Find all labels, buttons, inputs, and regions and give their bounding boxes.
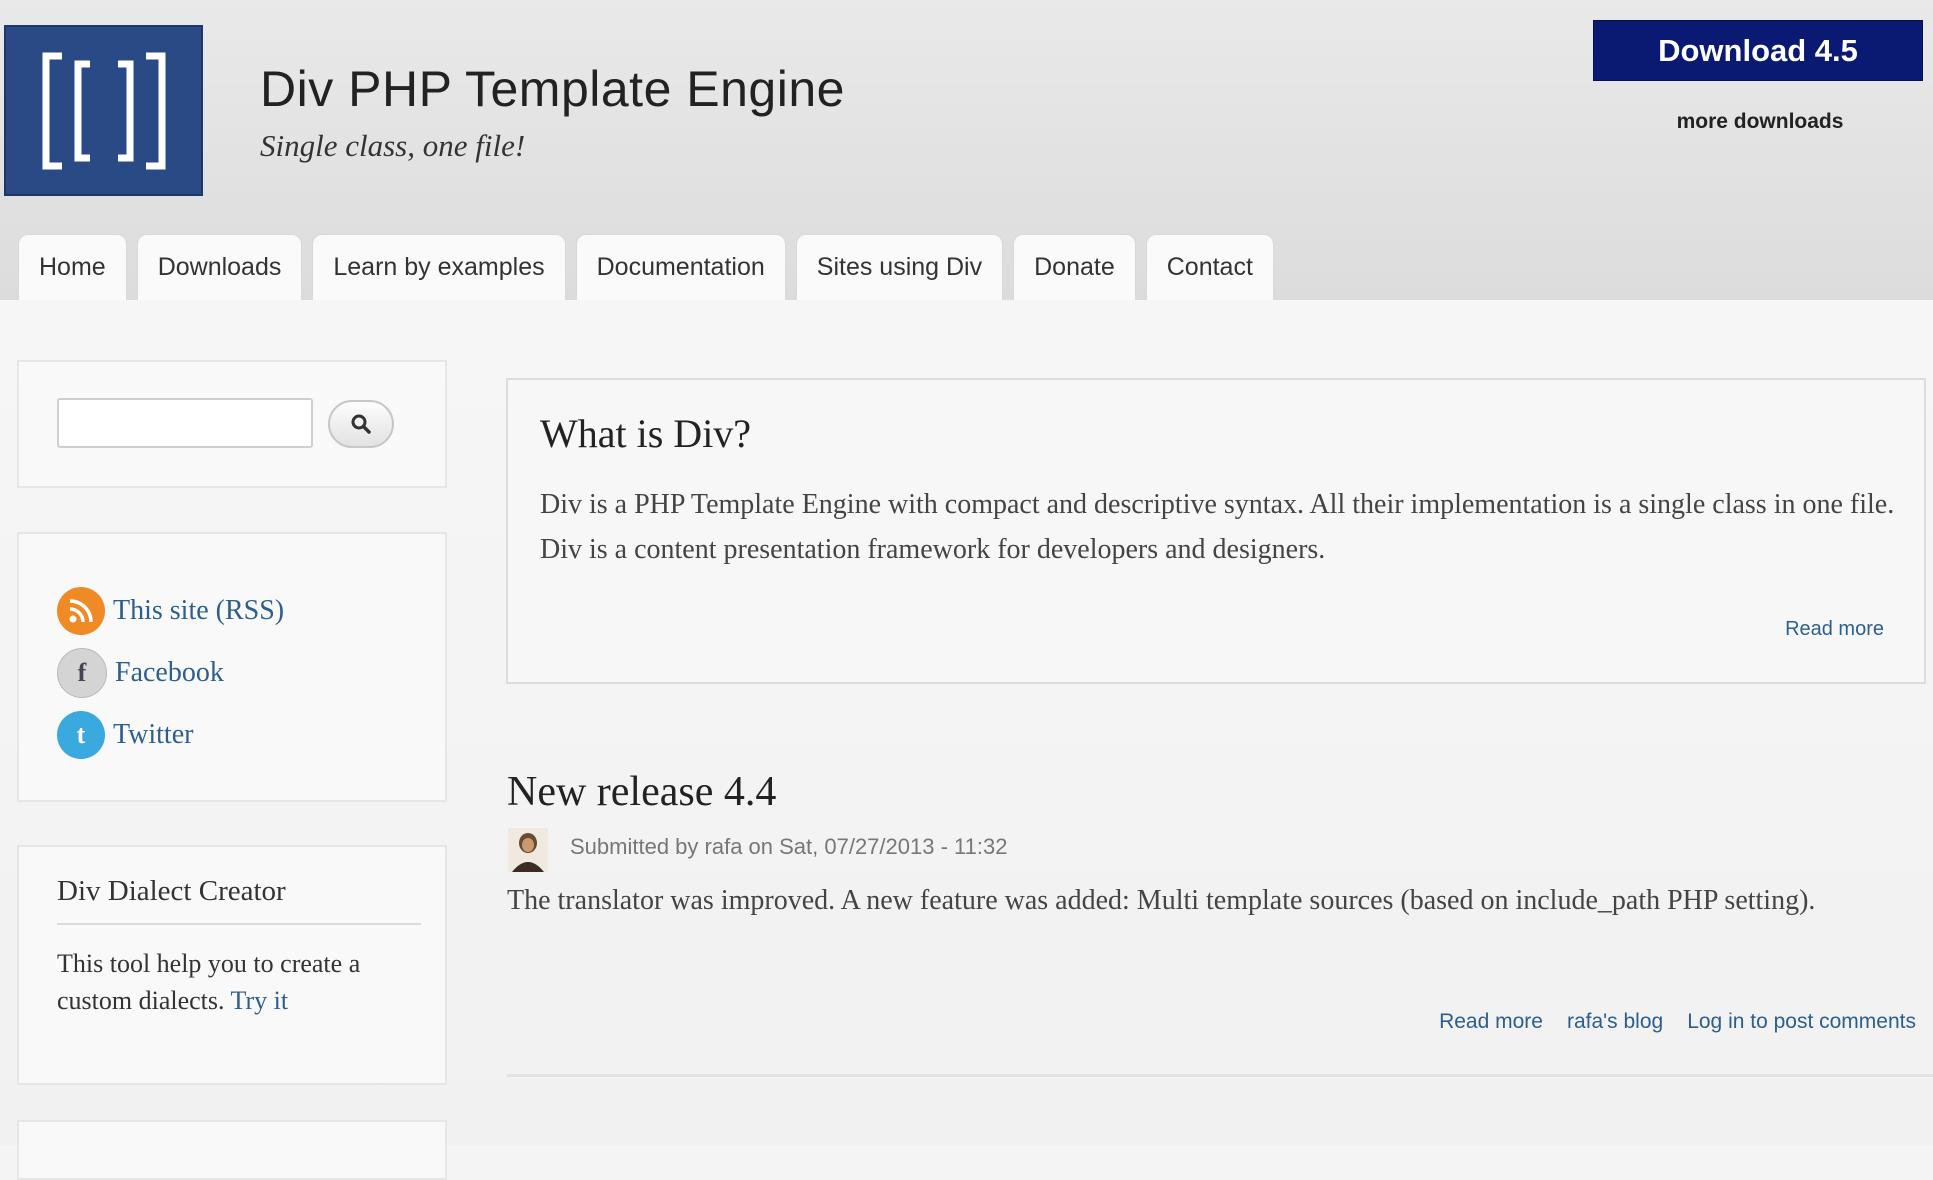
node-title[interactable]: New release 4.4 <box>507 768 776 816</box>
download-button[interactable]: Download 4.5 <box>1593 20 1923 81</box>
avatar[interactable] <box>508 828 548 872</box>
search-icon <box>351 414 371 434</box>
dialect-text: This tool help you to create a custom di… <box>57 945 427 1019</box>
dialect-description: This tool help you to create a custom di… <box>57 949 361 1015</box>
site-logo[interactable] <box>4 25 203 196</box>
intro-title: What is Div? <box>540 411 752 456</box>
search-block <box>17 360 447 488</box>
intro-text: Div is a PHP Template Engine with compac… <box>540 489 1895 565</box>
node-links: Read more rafa's blog Log in to post com… <box>1439 1010 1916 1034</box>
link-twitter-label: Twitter <box>113 719 194 750</box>
link-facebook-label: Facebook <box>115 657 224 688</box>
twitter-icon: t <box>57 711 105 759</box>
social-links-block: This site (RSS) f Facebook t Twitter <box>17 532 447 802</box>
more-downloads-link[interactable]: more downloads <box>1580 110 1933 134</box>
facebook-icon: f <box>57 648 107 698</box>
tab-learn-by-examples[interactable]: Learn by examples <box>312 234 566 300</box>
site-title[interactable]: Div PHP Template Engine <box>260 60 845 118</box>
link-rss[interactable]: This site (RSS) <box>57 586 284 636</box>
dialect-creator-block: Div Dialect Creator This tool help you t… <box>17 845 447 1085</box>
tab-downloads[interactable]: Downloads <box>136 234 303 300</box>
divider <box>507 1074 1933 1077</box>
dialect-title: Div Dialect Creator <box>57 875 286 907</box>
intro-box: What is Div? Div is a PHP Template Engin… <box>506 378 1926 684</box>
try-it-link[interactable]: Try it <box>231 986 289 1015</box>
link-facebook[interactable]: f Facebook <box>57 648 224 698</box>
search-button[interactable] <box>328 400 394 448</box>
tab-home[interactable]: Home <box>18 234 127 300</box>
author-blog-link[interactable]: rafa's blog <box>1567 1010 1663 1034</box>
login-to-comment-link[interactable]: Log in to post comments <box>1687 1010 1916 1034</box>
tab-sites-using-div[interactable]: Sites using Div <box>795 234 1004 300</box>
link-rss-label: This site (RSS) <box>113 595 285 626</box>
search-input[interactable] <box>57 398 313 448</box>
tab-documentation[interactable]: Documentation <box>575 234 786 300</box>
site-slogan: Single class, one file! <box>260 128 526 163</box>
node-read-more-link[interactable]: Read more <box>1439 1010 1543 1034</box>
node-body: The translator was improved. A new featu… <box>507 885 1816 916</box>
brackets-logo-icon <box>42 52 165 169</box>
divider <box>57 923 421 925</box>
sidebar-block-partial <box>17 1120 447 1180</box>
tab-donate[interactable]: Donate <box>1013 234 1136 300</box>
submitted-info: Submitted by rafa on Sat, 07/27/2013 - 1… <box>570 834 1008 859</box>
link-twitter[interactable]: t Twitter <box>57 710 193 760</box>
site-header: Div PHP Template Engine Single class, on… <box>0 0 1933 300</box>
tab-contact[interactable]: Contact <box>1145 234 1274 300</box>
intro-read-more-link[interactable]: Read more <box>1785 618 1884 641</box>
primary-tabs: Home Downloads Learn by examples Documen… <box>18 234 1274 300</box>
rss-icon <box>57 587 105 635</box>
